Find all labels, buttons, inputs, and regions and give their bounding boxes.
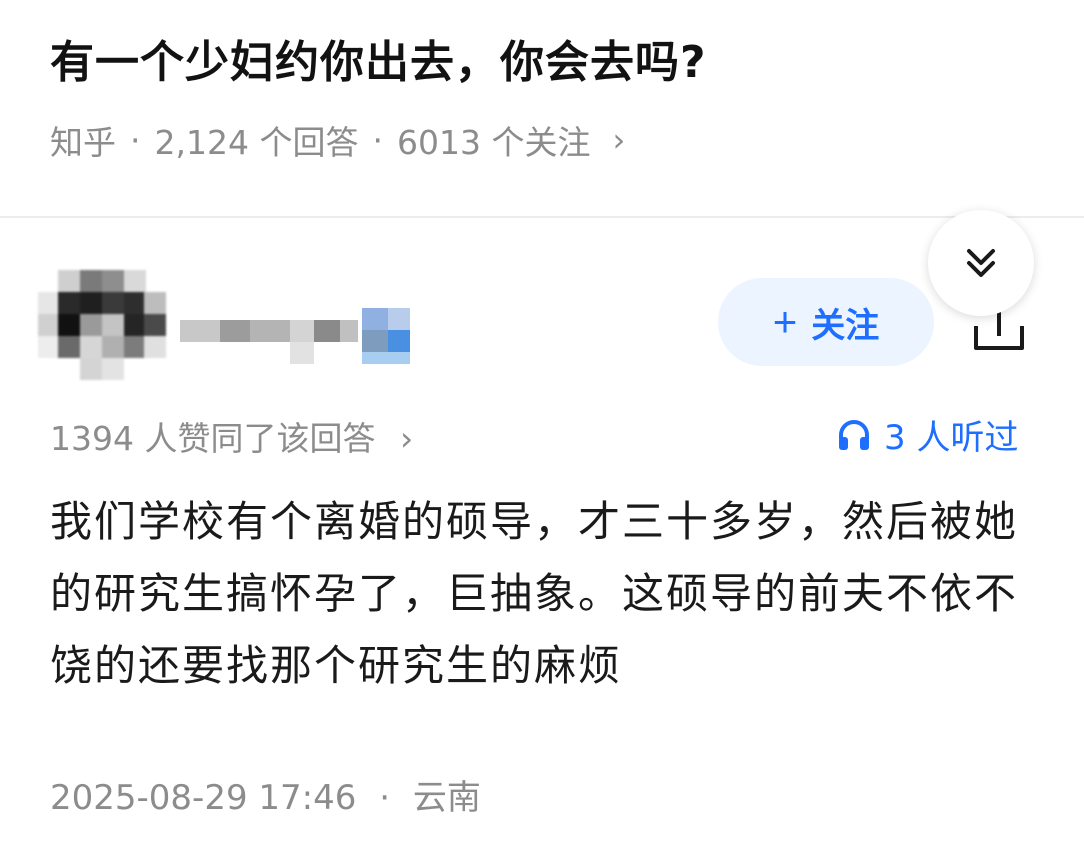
follow-button[interactable]: + 关注	[718, 278, 934, 366]
question-header: 有一个少妇约你出去，你会去吗? 知乎 · 2,124 个回答 · 6013 个关…	[0, 0, 1084, 216]
chevron-right-icon: ›	[612, 121, 626, 159]
votes-row[interactable]: 1394 人赞同了该回答 ›	[50, 412, 413, 460]
answer-location: 云南	[412, 778, 481, 818]
plus-icon: +	[772, 298, 798, 345]
follow-label: 关注	[811, 306, 880, 345]
vote-count: 1394 人赞同了该回答	[50, 419, 376, 458]
answer-count: 2,124 个回答	[154, 123, 359, 162]
follower-count: 6013 个关注	[396, 123, 591, 162]
meta-separator: ·	[379, 778, 391, 818]
answer-body[interactable]: 我们学校有个离婚的硕导，才三十多岁，然后被她的研究生搞怀孕了，巨抽象。这硕导的前…	[50, 486, 1040, 702]
avatar[interactable]	[38, 270, 166, 380]
question-meta[interactable]: 知乎 · 2,124 个回答 · 6013 个关注 ›	[50, 116, 625, 164]
question-title[interactable]: 有一个少妇约你出去，你会去吗?	[50, 26, 707, 90]
double-chevron-down-icon	[967, 249, 995, 277]
source-label: 知乎	[50, 123, 116, 162]
answer-date: 2025-08-29 17:46	[50, 778, 357, 818]
meta-separator: ·	[372, 120, 383, 160]
collapse-button[interactable]	[928, 210, 1034, 316]
answer-footer: 2025-08-29 17:46 · 云南	[50, 770, 481, 819]
headphones-icon	[839, 419, 869, 450]
listened-label: 3 人听过	[884, 418, 1019, 458]
meta-separator: ·	[130, 120, 141, 160]
divider	[0, 216, 1084, 218]
chevron-right-icon: ›	[399, 419, 414, 458]
author-name[interactable]	[180, 308, 415, 364]
listened-count[interactable]: 3 人听过	[836, 410, 1018, 459]
